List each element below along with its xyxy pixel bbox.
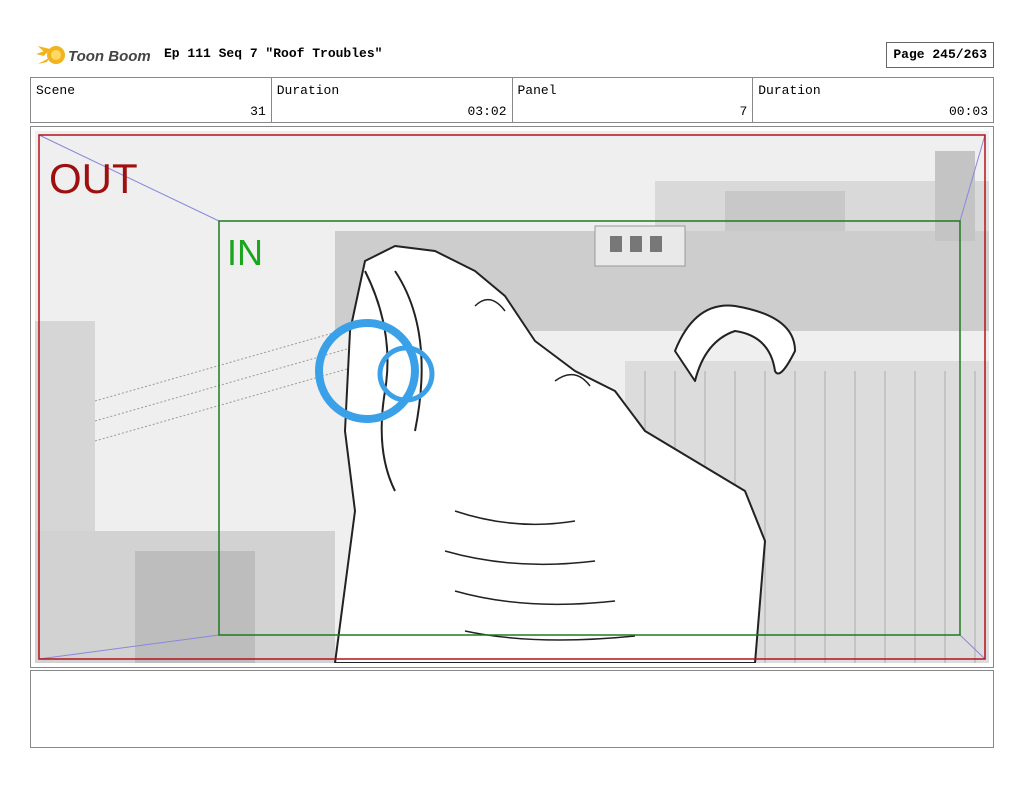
in-label: IN: [227, 232, 263, 273]
panel-duration-value: 00:03: [948, 104, 988, 119]
toon-boom-logo: Toon Boom: [36, 46, 151, 65]
panel-cell: Panel 7: [513, 78, 754, 122]
panel-duration-cell: Duration 00:03: [753, 78, 993, 122]
page-indicator: Page 245/263: [886, 42, 994, 68]
header-bar: Toon Boom Ep 111 Seq 7 "Roof Troubles" P…: [30, 38, 994, 72]
panel-label: Panel: [517, 83, 557, 98]
scene-value: 31: [250, 104, 266, 119]
scene-cell: Scene 31: [31, 78, 272, 122]
panel-value: 7: [739, 104, 748, 119]
scene-duration-value: 03:02: [467, 104, 507, 119]
panel-duration-label: Duration: [758, 83, 821, 98]
document-title: Ep 111 Seq 7 "Roof Troubles": [164, 46, 383, 61]
storyboard-panel: OUT IN: [30, 126, 994, 668]
panel-drawing: OUT IN: [35, 131, 989, 663]
svg-text:Toon Boom: Toon Boom: [68, 48, 151, 65]
info-row: Scene 31 Duration 03:02 Panel 7 Duration…: [30, 77, 994, 123]
scene-label: Scene: [36, 83, 76, 98]
out-label: OUT: [49, 155, 138, 202]
scene-duration-cell: Duration 03:02: [272, 78, 513, 122]
scene-duration-label: Duration: [276, 83, 340, 98]
notes-box[interactable]: [30, 670, 994, 748]
